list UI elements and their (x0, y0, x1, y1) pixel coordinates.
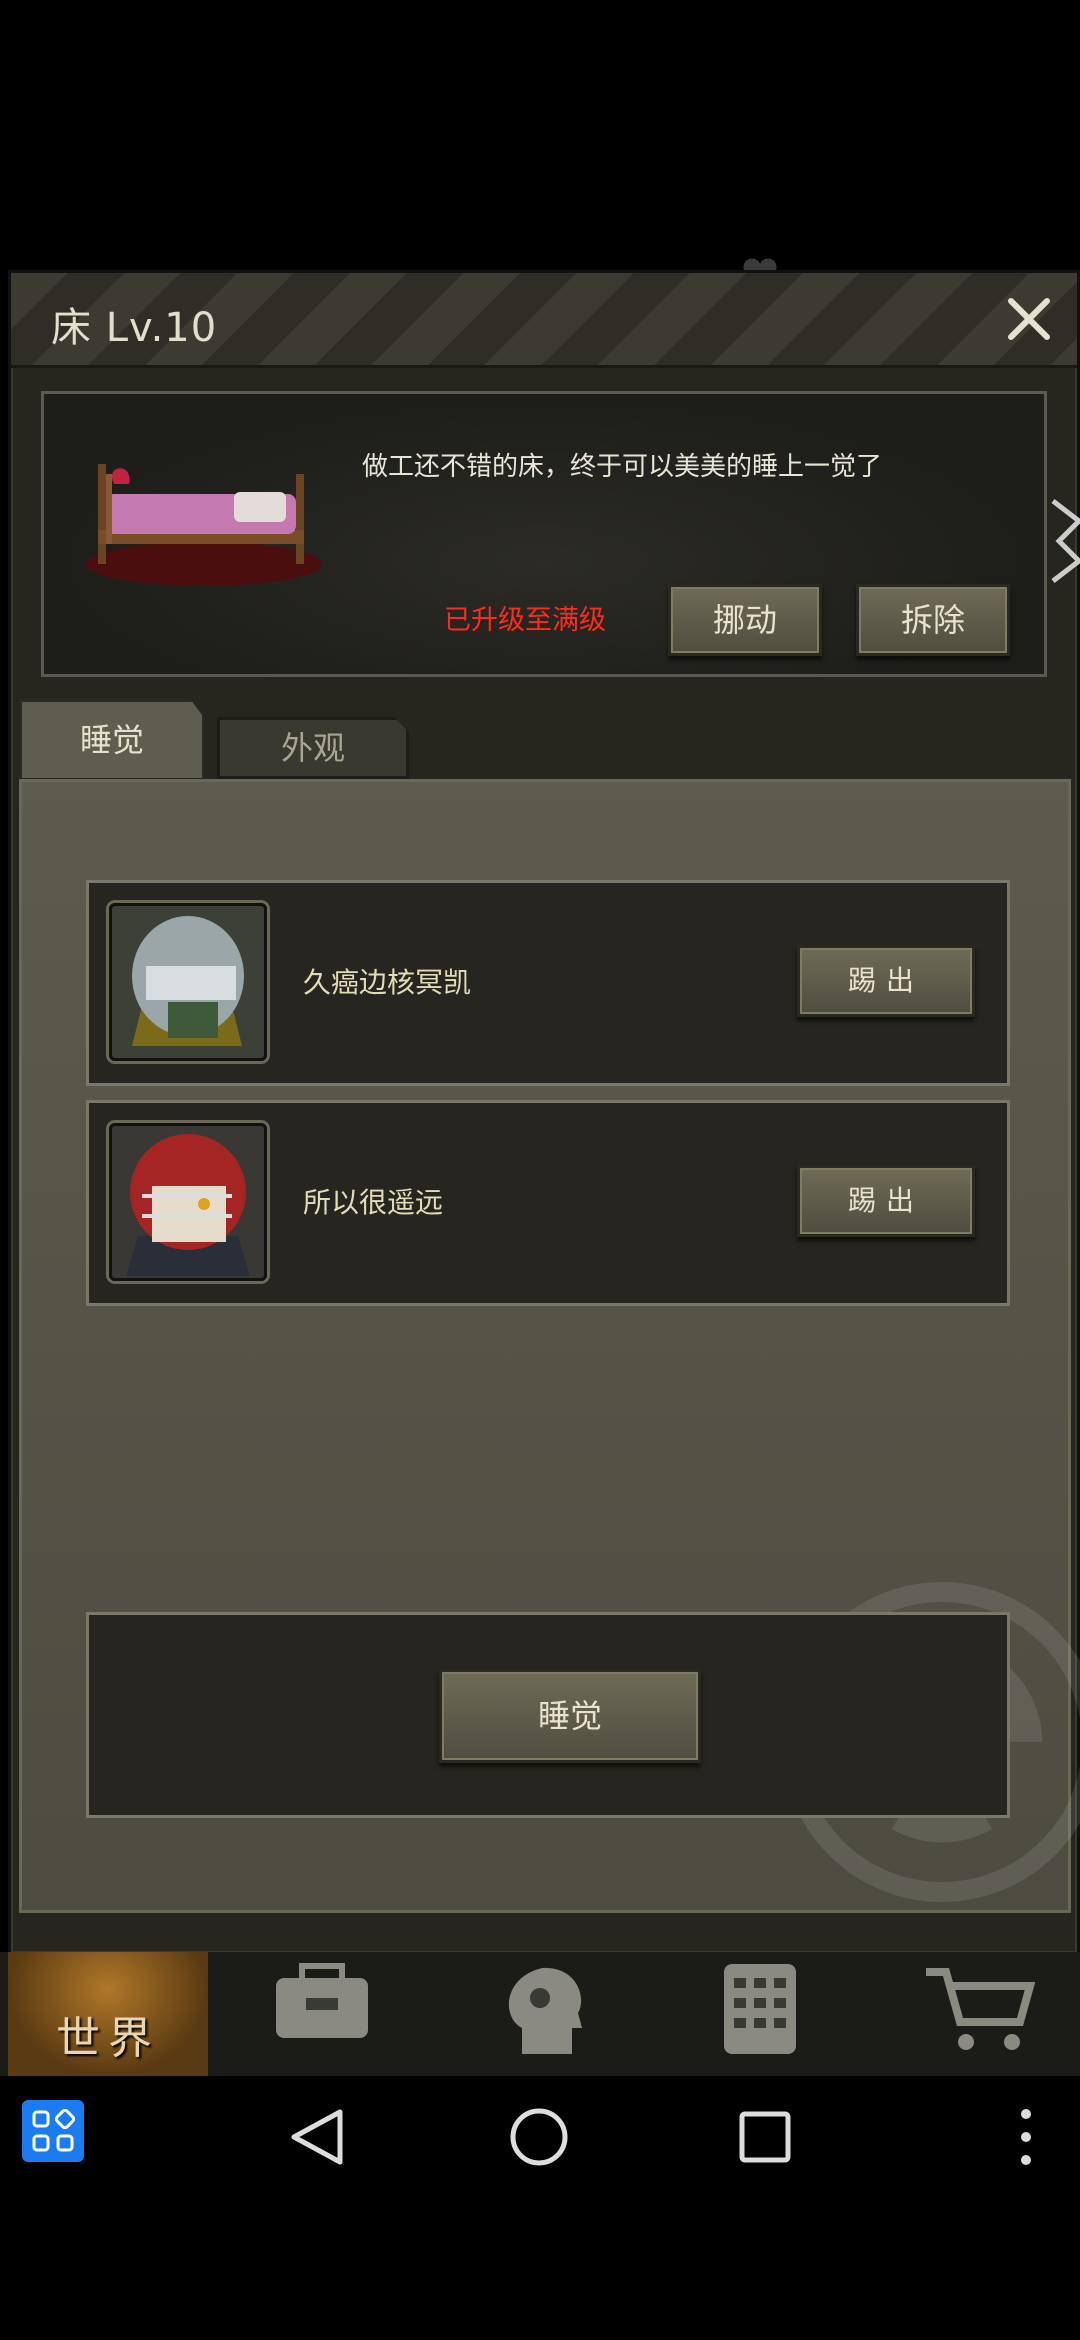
head-profile-icon[interactable] (482, 1958, 602, 2058)
title-bar: 床 Lv.10 (11, 273, 1077, 368)
max-level-status: 已升级至满级 (444, 605, 606, 636)
bed-image (84, 444, 324, 594)
phone-icon[interactable] (700, 1958, 820, 2058)
backpack-icon[interactable] (262, 1958, 382, 2058)
home-circle-icon (510, 2108, 568, 2166)
close-button[interactable] (1001, 291, 1057, 347)
back-button[interactable] (282, 2102, 352, 2172)
grid-apps-icon (32, 2108, 76, 2152)
tab-appearance[interactable]: 外观 (217, 717, 409, 779)
dialog-title: 床 Lv.10 (51, 305, 218, 351)
sleep-action-box: 睡觉 (86, 1612, 1010, 1818)
game-bottom-nav: 世界 (0, 1952, 1080, 2076)
system-navigation-bar (0, 2076, 1080, 2340)
avatar (109, 903, 267, 1061)
side-decoration (1049, 491, 1080, 591)
move-button[interactable]: 挪动 (668, 584, 822, 656)
recents-button[interactable] (730, 2102, 800, 2172)
home-button[interactable] (504, 2102, 574, 2172)
back-triangle-icon (291, 2109, 343, 2165)
nav-world-label: 世界 (56, 2013, 160, 2064)
sleep-content: 久癌边核冥凯 踢出 所以很遥远 踢出 睡觉 (19, 779, 1080, 1913)
more-vertical-icon (1021, 2109, 1031, 2165)
nav-world[interactable]: 世界 (8, 1952, 208, 2076)
sleeper-row: 久癌边核冥凯 踢出 (86, 880, 1010, 1086)
tab-sleep[interactable]: 睡觉 (19, 699, 205, 778)
info-panel: 做工还不错的床，终于可以美美的睡上一觉了 已升级至满级 挪动 拆除 (41, 391, 1047, 677)
sleep-button[interactable]: 睡觉 (439, 1669, 701, 1763)
remove-button[interactable]: 拆除 (856, 584, 1010, 656)
sleeper-row: 所以很遥远 踢出 (86, 1100, 1010, 1306)
bed-dialog: 床 Lv.10 做工还不错的床，终于可以美美的睡上一觉了 已升级至满级 挪动 拆… (8, 270, 1080, 1956)
close-icon (1008, 298, 1050, 340)
sleeper-name: 久癌边核冥凯 (303, 966, 472, 999)
avatar (109, 1123, 267, 1281)
more-button[interactable] (1006, 2102, 1046, 2172)
app-switcher-button[interactable] (22, 2100, 84, 2162)
bed-description: 做工还不错的床，终于可以美美的睡上一觉了 (362, 452, 883, 482)
shopping-cart-icon[interactable] (920, 1958, 1040, 2058)
sleeper-name: 所以很遥远 (303, 1186, 444, 1219)
kick-button[interactable]: 踢出 (797, 945, 975, 1017)
recents-square-icon (739, 2111, 791, 2163)
kick-button[interactable]: 踢出 (797, 1165, 975, 1237)
top-background (0, 0, 1080, 270)
